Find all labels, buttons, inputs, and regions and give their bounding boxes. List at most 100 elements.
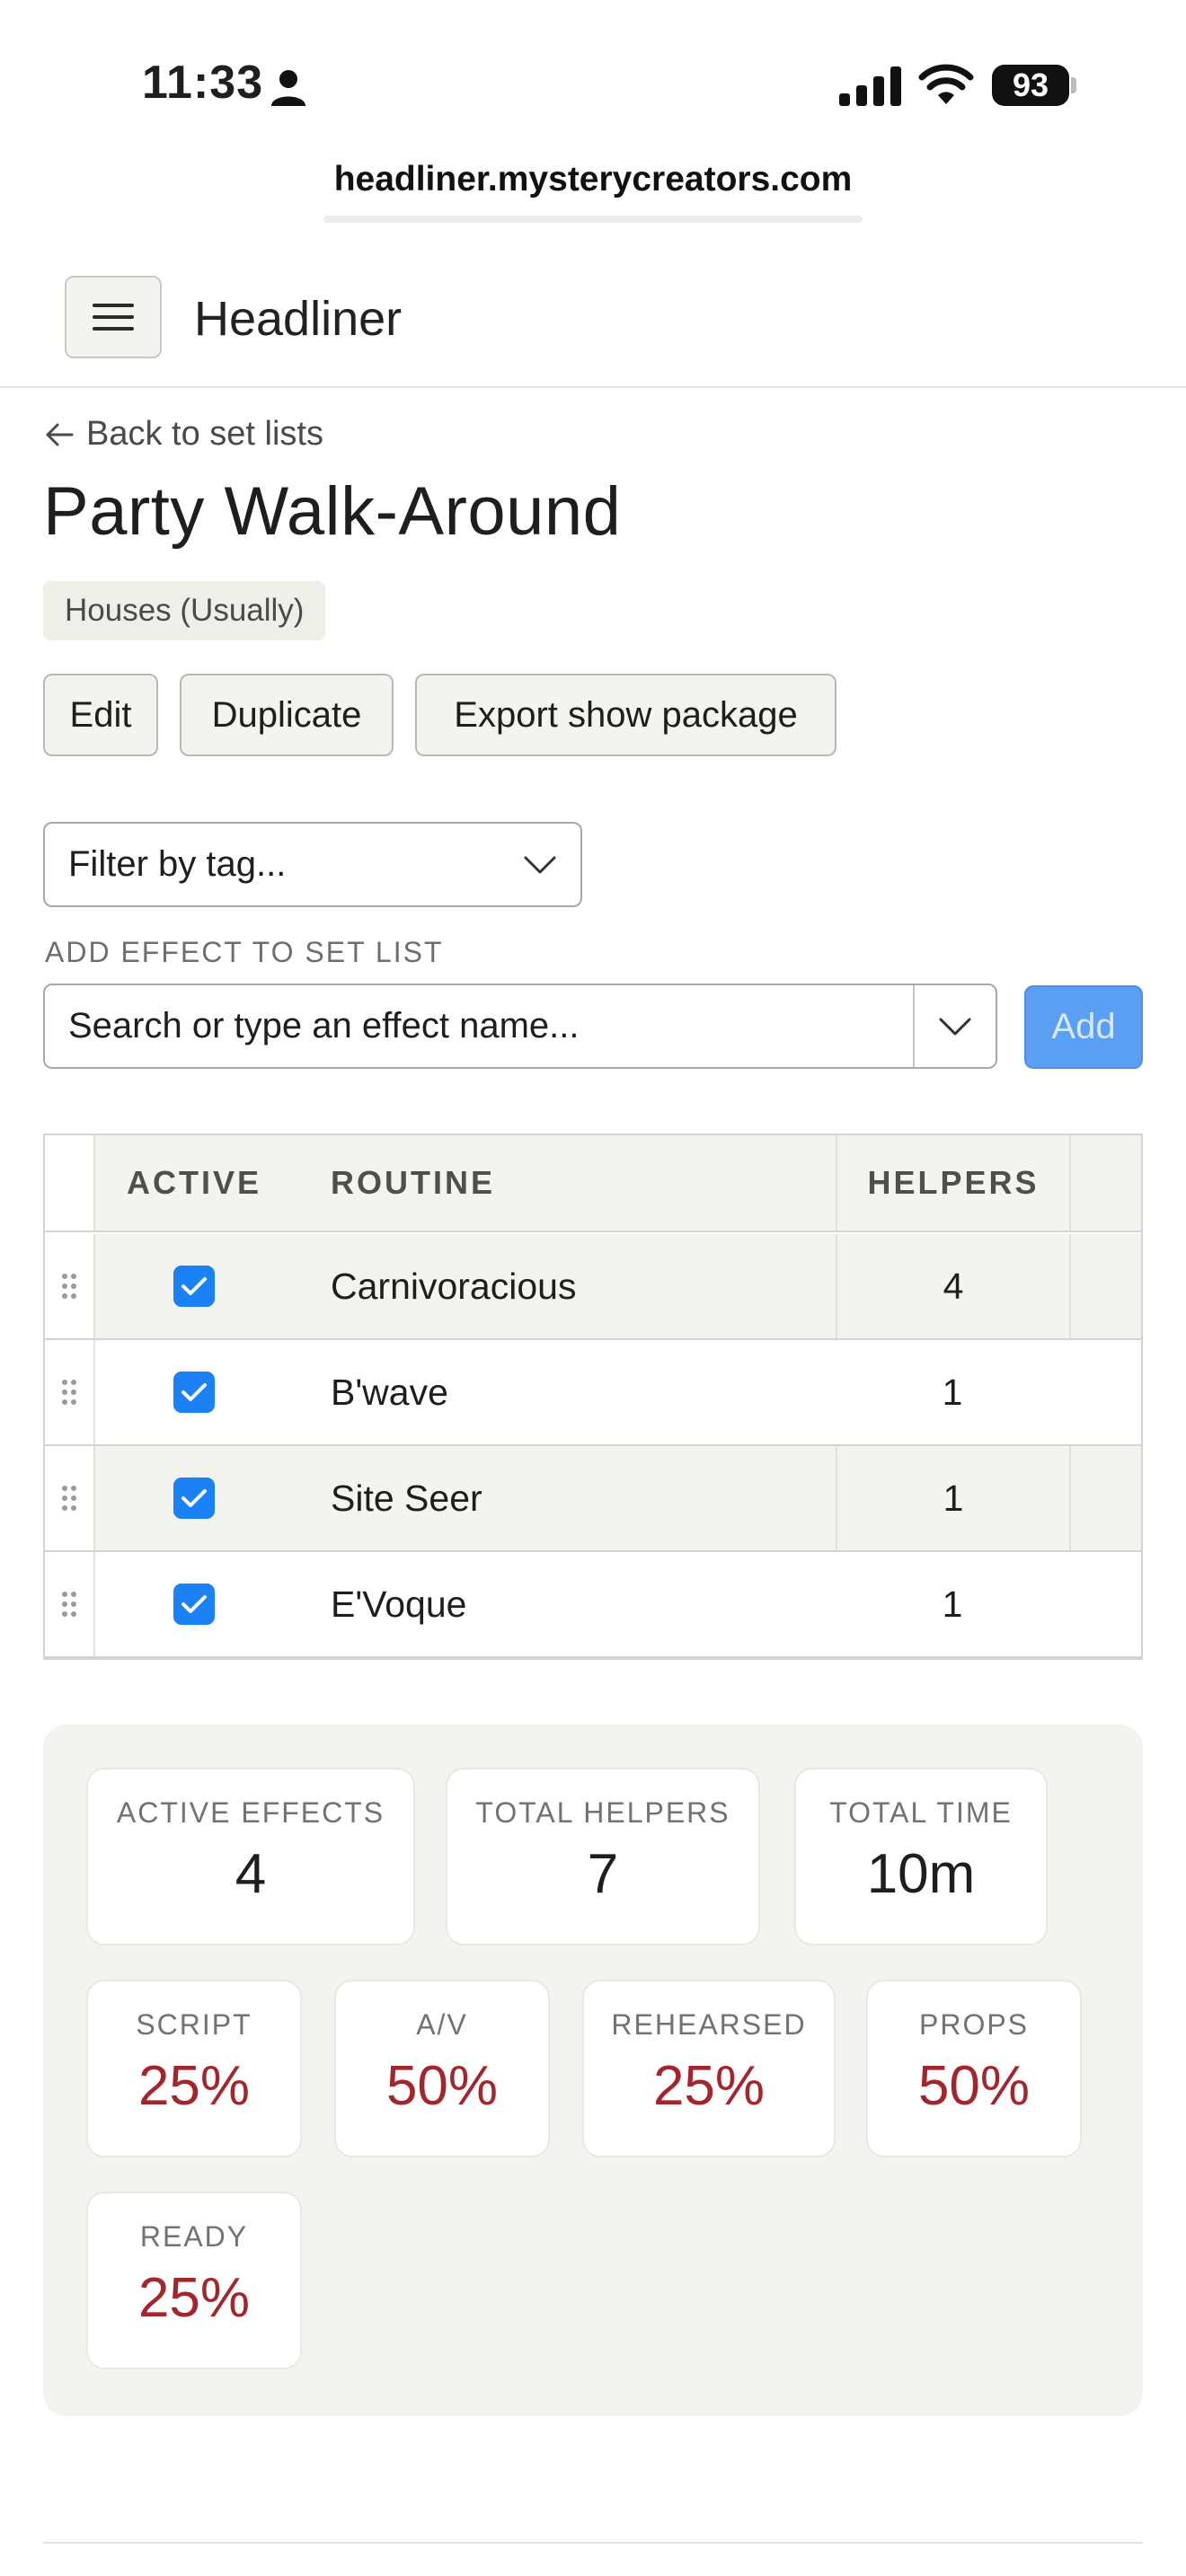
row-extra-cell (1069, 1552, 1141, 1656)
add-effect-label: ADD EFFECT TO SET LIST (45, 936, 444, 968)
battery-indicator: 93 (992, 65, 1069, 106)
stat-label: TOTAL TIME (829, 1796, 1013, 1829)
helpers-count: 1 (836, 1446, 1069, 1550)
page-title: Party Walk-Around (43, 473, 622, 550)
back-link-label: Back to set lists (86, 415, 323, 453)
helpers-count: 1 (942, 1371, 963, 1413)
wifi-icon (918, 64, 974, 104)
checkmark-icon (181, 1277, 207, 1295)
stat-value: 25% (652, 2055, 766, 2117)
active-cell (95, 1446, 293, 1550)
table-row[interactable]: Carnivoracious 4 (45, 1234, 1141, 1340)
handle-header-cell (45, 1135, 95, 1231)
browser-url[interactable]: headliner.mysterycreators.com (0, 160, 1186, 199)
stat-label: READY (139, 2220, 249, 2253)
column-header-helpers[interactable]: HELPERS (836, 1135, 1069, 1231)
status-time: 11:33 (142, 57, 264, 109)
drag-handle-icon (62, 1486, 76, 1511)
routine-name[interactable]: B'wave (331, 1340, 834, 1444)
stat-label: ACTIVE EFFECTS (116, 1796, 385, 1829)
stat-label: TOTAL HELPERS (475, 1796, 730, 1829)
person-icon (271, 70, 305, 106)
active-checkbox[interactable] (173, 1478, 215, 1519)
add-effect-button[interactable]: Add (1024, 985, 1143, 1069)
routine-name[interactable]: E'Voque (331, 1552, 834, 1656)
battery-nub (1071, 77, 1076, 93)
stat-label: REHEARSED (611, 2008, 807, 2041)
chevron-down-icon (939, 1018, 971, 1035)
helpers-count: 1 (942, 1583, 963, 1625)
effect-search-input[interactable] (45, 985, 913, 1067)
checkmark-icon (181, 1383, 207, 1401)
cellular-signal-icon (839, 66, 901, 106)
stat-value: 7 (587, 1843, 619, 1905)
stat-value: 25% (137, 2267, 251, 2329)
stats-panel: ACTIVE EFFECTS 4 TOTAL HELPERS 7 TOTAL T… (43, 1725, 1143, 2416)
stat-card-active-effects: ACTIVE EFFECTS 4 (86, 1768, 415, 1945)
export-show-package-button[interactable]: Export show package (415, 674, 836, 756)
duplicate-button[interactable]: Duplicate (180, 674, 394, 756)
row-extra-cell (1069, 1340, 1141, 1444)
table-header-row: ACTIVE ROUTINE HELPERS (45, 1135, 1141, 1232)
column-header-active[interactable]: ACTIVE (95, 1135, 293, 1231)
url-underline (323, 216, 863, 223)
table-row[interactable]: E'Voque 1 (45, 1552, 1141, 1658)
active-cell (95, 1340, 293, 1444)
tag-badge: Houses (Usually) (43, 581, 326, 640)
back-to-set-lists-link[interactable]: Back to set lists (45, 415, 323, 454)
drag-handle-icon (62, 1274, 76, 1299)
checkmark-icon (181, 1489, 207, 1507)
edit-button[interactable]: Edit (43, 674, 158, 756)
column-header-routine[interactable]: ROUTINE (331, 1135, 834, 1231)
drag-handle[interactable] (45, 1234, 95, 1338)
stat-label: PROPS (918, 2008, 1030, 2041)
set-list-table: ACTIVE ROUTINE HELPERS Carnivoracious 4 (43, 1134, 1143, 1660)
stat-label: A/V (416, 2008, 468, 2041)
stat-label: SCRIPT (136, 2008, 252, 2041)
stat-value: 50% (385, 2055, 499, 2117)
stat-card-props: PROPS 50% (866, 1980, 1082, 2157)
active-checkbox[interactable] (173, 1266, 215, 1307)
stat-card-av: A/V 50% (334, 1980, 550, 2157)
filter-by-tag-select[interactable]: Filter by tag... (43, 822, 582, 907)
row-extra-cell (1069, 1446, 1141, 1550)
helpers-count: 4 (836, 1234, 1069, 1338)
stat-card-total-time: TOTAL TIME 10m (794, 1768, 1048, 1945)
drag-handle-icon (62, 1592, 76, 1617)
menu-bar (93, 315, 134, 319)
drag-handle[interactable] (45, 1340, 95, 1444)
hamburger-menu-button[interactable] (65, 276, 162, 358)
active-cell (95, 1552, 293, 1656)
menu-bar (93, 327, 134, 331)
drag-handle-icon (62, 1380, 76, 1405)
chevron-down-icon (524, 856, 556, 873)
stat-card-rehearsed: REHEARSED 25% (582, 1980, 836, 2157)
stat-value: 50% (917, 2055, 1031, 2117)
row-extra-cell (1069, 1234, 1141, 1338)
routine-name[interactable]: Carnivoracious (331, 1234, 834, 1338)
routine-name[interactable]: Site Seer (331, 1446, 834, 1550)
table-row[interactable]: B'wave 1 (45, 1340, 1141, 1446)
stat-value: 25% (137, 2055, 251, 2117)
app-title: Headliner (194, 292, 403, 346)
stat-card-ready: READY 25% (86, 2192, 302, 2369)
menu-bar (93, 304, 134, 307)
column-header-extra (1069, 1135, 1141, 1231)
active-checkbox[interactable] (173, 1584, 215, 1625)
table-row[interactable]: Site Seer 1 (45, 1446, 1141, 1552)
stat-value: 4 (235, 1843, 267, 1905)
active-cell (95, 1234, 293, 1338)
filter-placeholder: Filter by tag... (68, 844, 287, 884)
checkmark-icon (181, 1595, 207, 1613)
stat-card-total-helpers: TOTAL HELPERS 7 (446, 1768, 760, 1945)
arrow-left-icon (46, 423, 74, 446)
effect-search-combobox[interactable] (43, 984, 997, 1069)
combobox-toggle-button[interactable] (913, 985, 996, 1067)
drag-handle[interactable] (45, 1446, 95, 1550)
stat-value: 10m (866, 1843, 976, 1905)
header-divider (0, 386, 1186, 388)
drag-handle[interactable] (45, 1552, 95, 1656)
stat-card-script: SCRIPT 25% (86, 1980, 302, 2157)
active-checkbox[interactable] (173, 1372, 215, 1413)
footer-divider (43, 2542, 1143, 2544)
